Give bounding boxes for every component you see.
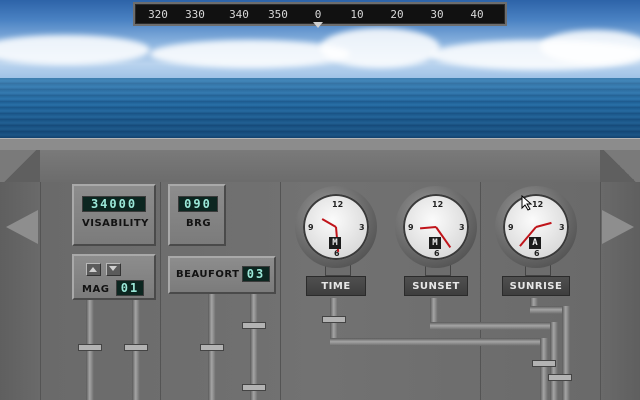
pipe-clamp xyxy=(242,384,266,391)
panel-top xyxy=(0,150,640,182)
bearing-label: BRG xyxy=(186,218,212,229)
hour-hand xyxy=(419,226,437,230)
pipe-clamp xyxy=(124,344,148,351)
visibility-plate: 34000 VISABILITY xyxy=(72,184,156,246)
time-tag: TIME xyxy=(306,276,366,296)
svg-text:9: 9 xyxy=(508,223,514,232)
sunrise-tag: SUNRISE xyxy=(502,276,570,296)
pipe-clamp xyxy=(322,316,346,323)
heading-tick: 330 xyxy=(185,8,205,21)
svg-text:6: 6 xyxy=(434,249,440,258)
bridge-view: 320 330 340 350 0 10 20 30 40 34000 VISA… xyxy=(0,0,640,400)
svg-text:9: 9 xyxy=(408,223,414,232)
ampm-indicator: M xyxy=(429,237,441,249)
ampm-indicator: M xyxy=(329,237,341,249)
panel-seam xyxy=(480,182,481,400)
beaufort-display: 03 xyxy=(242,266,270,282)
pipe-clamp xyxy=(78,344,102,351)
svg-text:9: 9 xyxy=(308,223,314,232)
pipe-clamp xyxy=(200,344,224,351)
time-clock: 12 3 6 9 M xyxy=(295,186,377,268)
svg-text:6: 6 xyxy=(334,249,340,258)
mag-display: 01 xyxy=(116,280,144,296)
clock-dial: 12 3 6 9 xyxy=(308,200,365,258)
mag-label: MAG xyxy=(82,284,110,295)
visibility-label: VISABILITY xyxy=(82,218,149,229)
mag-up-button[interactable] xyxy=(86,263,101,276)
heading-tick: 40 xyxy=(470,8,484,21)
panel-seam xyxy=(600,182,601,400)
heading-tick: 20 xyxy=(390,8,404,21)
heading-tick: 320 xyxy=(148,8,168,21)
pipe xyxy=(540,338,548,400)
heading-tick: 0 xyxy=(314,8,322,21)
cloud xyxy=(320,28,440,68)
clock-face: 12 3 6 9 M xyxy=(303,194,369,260)
pipe-clamp xyxy=(532,360,556,367)
clock-dial: 12 3 6 9 xyxy=(408,200,465,258)
sunrise-label: SUNRISE xyxy=(509,281,563,292)
sea xyxy=(0,78,640,140)
sunset-tag: SUNSET xyxy=(404,276,468,296)
sunrise-clock: 12 3 6 9 A xyxy=(495,186,577,268)
bearing-plate: 090 BRG xyxy=(168,184,226,246)
heading-tick: 350 xyxy=(268,8,288,21)
clock-face: 12 3 6 9 A xyxy=(503,194,569,260)
cloud xyxy=(540,30,640,64)
sunset-label: SUNSET xyxy=(412,281,460,292)
clock-dial: 12 3 6 9 xyxy=(508,200,565,258)
visibility-display: 34000 xyxy=(82,196,146,212)
hour-hand xyxy=(535,221,552,228)
svg-text:12: 12 xyxy=(332,200,343,209)
pipe-clamp xyxy=(548,374,572,381)
pipe xyxy=(330,338,546,346)
time-label: TIME xyxy=(321,281,351,292)
arrow-right-icon[interactable] xyxy=(602,210,634,244)
hour-hand xyxy=(321,218,337,228)
panel-seam xyxy=(280,182,281,400)
svg-text:3: 3 xyxy=(559,223,565,232)
heading-pointer-icon xyxy=(313,22,323,28)
sunset-clock: 12 3 6 9 M xyxy=(395,186,477,268)
mag-down-button[interactable] xyxy=(106,263,121,276)
mouse-cursor-icon xyxy=(521,195,533,211)
ampm-indicator: A xyxy=(529,237,541,249)
heading-tick: 30 xyxy=(430,8,444,21)
clock-face: 12 3 6 9 M xyxy=(403,194,469,260)
panel-seam xyxy=(160,182,161,400)
svg-text:12: 12 xyxy=(532,200,543,209)
svg-text:3: 3 xyxy=(459,223,465,232)
panel-seam xyxy=(40,182,41,400)
bearing-display[interactable]: 090 xyxy=(178,196,218,212)
beaufort-plate: BEAUFORT 03 xyxy=(168,256,276,294)
pipe-clamp xyxy=(242,322,266,329)
beaufort-label: BEAUFORT xyxy=(176,269,240,280)
heading-tick: 10 xyxy=(350,8,364,21)
mag-plate: MAG 01 xyxy=(72,254,156,300)
cloud xyxy=(0,35,150,65)
svg-text:12: 12 xyxy=(432,200,443,209)
pipe xyxy=(430,322,556,330)
arrow-left-icon[interactable] xyxy=(6,210,38,244)
svg-text:3: 3 xyxy=(359,223,365,232)
heading-tick: 340 xyxy=(229,8,249,21)
pipe xyxy=(562,306,570,400)
svg-text:6: 6 xyxy=(534,249,540,258)
